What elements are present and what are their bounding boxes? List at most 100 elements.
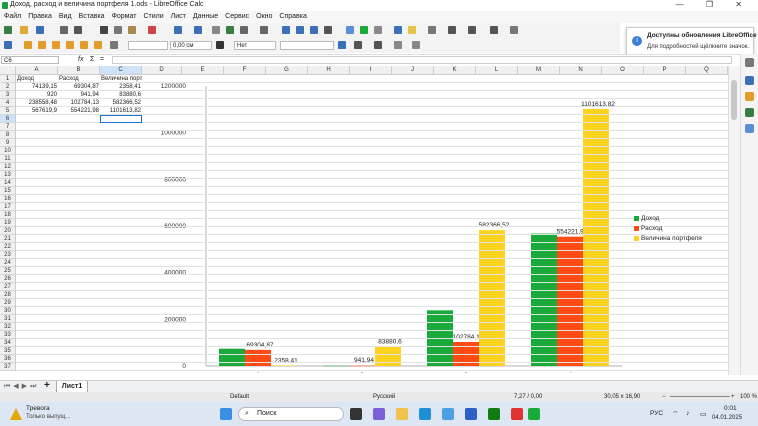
bring-to-front-icon[interactable] bbox=[354, 41, 362, 49]
alert-subtitle[interactable]: Только выпущ... bbox=[26, 414, 70, 420]
column-header[interactable]: Q bbox=[686, 66, 728, 75]
store-icon[interactable] bbox=[442, 408, 454, 420]
input-language[interactable]: РУС bbox=[650, 410, 663, 417]
group-icon[interactable] bbox=[394, 41, 402, 49]
file-explorer-icon[interactable] bbox=[396, 408, 408, 420]
yandex-icon[interactable] bbox=[511, 408, 523, 420]
formula-input[interactable] bbox=[112, 56, 732, 64]
cell-a3[interactable]: 920 bbox=[16, 91, 58, 99]
row-header[interactable]: 19 bbox=[0, 219, 16, 227]
wifi-icon[interactable]: ⌔ bbox=[672, 410, 679, 419]
active-cell-cursor[interactable] bbox=[100, 115, 142, 123]
autofilter-icon[interactable] bbox=[324, 26, 332, 34]
navigator-icon[interactable] bbox=[745, 124, 754, 133]
column-header[interactable]: L bbox=[476, 66, 518, 75]
column-header[interactable]: O bbox=[602, 66, 644, 75]
pivot-table-icon[interactable] bbox=[374, 26, 382, 34]
column-header[interactable]: H bbox=[308, 66, 350, 75]
copy-icon[interactable] bbox=[114, 26, 122, 34]
spelling-icon[interactable] bbox=[226, 26, 234, 34]
menu-item[interactable]: Правка bbox=[28, 13, 52, 20]
row-header[interactable]: 34 bbox=[0, 339, 16, 347]
print-icon[interactable] bbox=[74, 26, 82, 34]
cell-c3[interactable]: 83880,6 bbox=[100, 91, 142, 99]
row-header[interactable]: 31 bbox=[0, 315, 16, 323]
row-header[interactable]: 3 bbox=[0, 91, 16, 99]
freeze-rows-icon[interactable] bbox=[468, 26, 476, 34]
cell-c5[interactable]: 1101613,82 bbox=[100, 107, 142, 115]
split-window-icon[interactable] bbox=[490, 26, 498, 34]
insert-chart-icon[interactable] bbox=[360, 26, 368, 34]
column-header[interactable]: P bbox=[644, 66, 686, 75]
cell-a4[interactable]: 238558,48 bbox=[16, 99, 58, 107]
word-icon[interactable] bbox=[465, 408, 477, 420]
update-notification[interactable]: i Доступны обновления LibreOffice Для по… bbox=[626, 27, 757, 57]
cell-a1[interactable]: Доход bbox=[16, 75, 58, 83]
menu-item[interactable]: Вид bbox=[59, 13, 72, 20]
insert-image-icon[interactable] bbox=[346, 26, 354, 34]
menu-item[interactable]: Файл bbox=[4, 13, 21, 20]
row-header[interactable]: 24 bbox=[0, 259, 16, 267]
menu-item[interactable]: Окно bbox=[256, 13, 272, 20]
show-draw-functions-icon[interactable] bbox=[510, 26, 518, 34]
row-header[interactable]: 14 bbox=[0, 179, 16, 187]
add-sheet-icon[interactable]: + bbox=[44, 380, 50, 391]
row-header[interactable]: 13 bbox=[0, 171, 16, 179]
row-header[interactable]: 27 bbox=[0, 283, 16, 291]
row-header[interactable]: 26 bbox=[0, 275, 16, 283]
row-header[interactable]: 2 bbox=[0, 83, 16, 91]
line-width-field[interactable]: 0,00 см bbox=[170, 41, 212, 50]
window-controls[interactable]: — ❐ ✕ bbox=[676, 0, 752, 9]
zoom-slider[interactable] bbox=[670, 396, 730, 397]
area-fill-select[interactable] bbox=[280, 41, 334, 50]
sort-ascending-icon[interactable] bbox=[296, 26, 304, 34]
column-header[interactable]: F bbox=[224, 66, 266, 75]
styles-icon[interactable] bbox=[745, 92, 754, 101]
row-header[interactable]: 5 bbox=[0, 107, 16, 115]
row-header[interactable]: 18 bbox=[0, 211, 16, 219]
battery-icon[interactable]: ▭ bbox=[700, 410, 707, 418]
gallery-icon[interactable] bbox=[745, 108, 754, 117]
name-box[interactable]: C6 bbox=[1, 56, 59, 64]
zoom-plus-icon[interactable]: + bbox=[731, 392, 735, 402]
sum-icon[interactable]: Σ bbox=[90, 56, 94, 63]
menu-item[interactable]: Стили bbox=[143, 13, 163, 20]
row-header[interactable]: 33 bbox=[0, 331, 16, 339]
row-header[interactable]: 4 bbox=[0, 99, 16, 107]
scroll-thumb[interactable] bbox=[731, 80, 737, 120]
cell-c1[interactable]: Величина портфеля bbox=[100, 75, 142, 83]
column-header[interactable]: A bbox=[16, 66, 58, 75]
row-header[interactable]: 10 bbox=[0, 147, 16, 155]
clock-time[interactable]: 0:01 bbox=[724, 405, 737, 412]
line-color-field[interactable] bbox=[128, 41, 168, 50]
vertical-scrollbar[interactable] bbox=[728, 66, 740, 375]
row-header[interactable]: 20 bbox=[0, 227, 16, 235]
row-header[interactable]: 37 bbox=[0, 363, 16, 371]
properties-icon[interactable] bbox=[745, 76, 754, 85]
sidebar-menu-icon[interactable] bbox=[745, 58, 754, 67]
define-print-area-icon[interactable] bbox=[448, 26, 456, 34]
clone-formatting-icon[interactable] bbox=[148, 26, 156, 34]
formula-icon[interactable]: = bbox=[100, 56, 104, 63]
teams-icon[interactable] bbox=[373, 408, 385, 420]
edge-icon[interactable] bbox=[419, 408, 431, 420]
wrap-ideal-icon[interactable] bbox=[52, 41, 60, 49]
row-header[interactable]: 30 bbox=[0, 307, 16, 315]
column-header[interactable]: E bbox=[182, 66, 224, 75]
row-header[interactable]: 15 bbox=[0, 187, 16, 195]
wrap-left-icon[interactable] bbox=[66, 41, 74, 49]
line-color-icon[interactable] bbox=[216, 41, 224, 49]
column-header[interactable]: G bbox=[266, 66, 308, 75]
libreoffice-calc-taskbar-icon[interactable] bbox=[528, 408, 540, 420]
row-header[interactable]: 1 bbox=[0, 75, 16, 83]
row-header[interactable]: 11 bbox=[0, 155, 16, 163]
cell-a2[interactable]: 74139,15 bbox=[16, 83, 58, 91]
row-header[interactable]: 16 bbox=[0, 195, 16, 203]
row-header[interactable]: 6 bbox=[0, 115, 16, 123]
row-icon[interactable] bbox=[240, 26, 248, 34]
menu-item[interactable]: Справка bbox=[279, 13, 306, 20]
row-header[interactable]: 36 bbox=[0, 355, 16, 363]
area-style-select[interactable]: Нет bbox=[234, 41, 276, 50]
menu-item[interactable]: Сервис bbox=[225, 13, 249, 20]
row-header[interactable]: 25 bbox=[0, 267, 16, 275]
